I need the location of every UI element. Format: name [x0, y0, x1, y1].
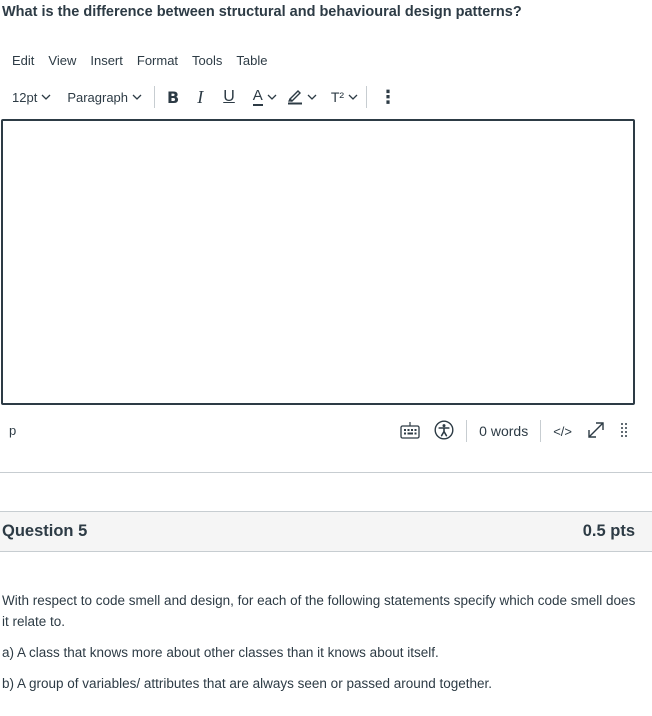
menu-format[interactable]: Format — [137, 53, 178, 68]
bold-button[interactable]: B — [167, 86, 179, 108]
chevron-down-icon — [267, 92, 277, 102]
question-item-a: a) A class that knows more about other c… — [2, 645, 439, 660]
question-name: Question 5 — [2, 522, 88, 540]
resize-handle-icon[interactable] — [620, 421, 628, 442]
highlighter-icon — [287, 87, 303, 108]
block-format-value: Paragraph — [67, 89, 129, 105]
toolbar-separator — [366, 86, 368, 108]
toolbar-separator — [154, 86, 156, 108]
more-options-button[interactable]: ⋮ — [379, 86, 397, 108]
statusbar-separator — [540, 420, 542, 442]
menu-edit[interactable]: Edit — [12, 53, 34, 68]
question-text: With respect to code smell and design, f… — [2, 593, 636, 629]
statusbar-right: 0 words </> — [400, 419, 628, 443]
chevron-down-icon — [132, 92, 142, 102]
question-points: 0.5 pts — [582, 522, 635, 540]
question-header: Question 5 0.5 pts — [0, 511, 652, 552]
element-path[interactable]: p — [9, 423, 16, 438]
editor-menubar: Edit View Insert Format Tools Table — [12, 53, 281, 68]
section-divider — [0, 472, 652, 473]
html-editor-toggle[interactable]: </> — [553, 424, 572, 439]
editor-toolbar: 12pt Paragraph B I U A T² ⋮ — [12, 86, 397, 108]
underline-button[interactable]: U — [223, 86, 235, 108]
superscript-label: T² — [330, 89, 345, 105]
previous-question-text: What is the difference between structura… — [2, 4, 522, 20]
text-color-button[interactable]: A — [252, 86, 277, 108]
fullscreen-icon[interactable] — [586, 420, 606, 443]
editor-statusbar: p 0 words </> — [0, 416, 640, 446]
italic-button[interactable]: I — [197, 86, 203, 108]
menu-tools[interactable]: Tools — [192, 53, 222, 68]
menu-view[interactable]: View — [48, 53, 76, 68]
chevron-down-icon — [41, 92, 51, 102]
menu-insert[interactable]: Insert — [90, 53, 123, 68]
question-item-b: b) A group of variables/ attributes that… — [2, 676, 493, 691]
keyboard-icon[interactable] — [400, 421, 420, 442]
chevron-down-icon — [307, 92, 317, 102]
rich-text-editor-area[interactable] — [1, 119, 635, 405]
font-size-value: 12pt — [12, 89, 38, 105]
word-count[interactable]: 0 words — [479, 423, 528, 439]
text-color-letter: A — [252, 87, 263, 106]
superscript-button[interactable]: T² — [331, 86, 358, 108]
chevron-down-icon — [348, 92, 358, 102]
highlight-color-button[interactable] — [287, 86, 317, 108]
statusbar-separator — [466, 420, 468, 442]
block-format-dropdown[interactable]: Paragraph — [67, 86, 142, 108]
menu-table[interactable]: Table — [236, 53, 267, 68]
font-size-dropdown[interactable]: 12pt — [12, 86, 51, 108]
accessibility-icon[interactable] — [434, 419, 454, 443]
